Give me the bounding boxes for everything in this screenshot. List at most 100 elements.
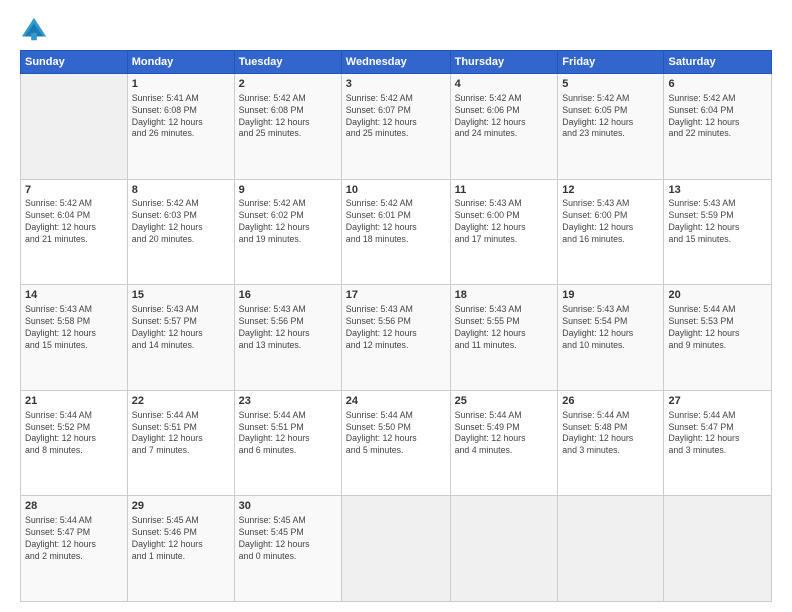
day-cell: 11Sunrise: 5:43 AM Sunset: 6:00 PM Dayli…	[450, 179, 558, 285]
day-cell	[450, 496, 558, 602]
calendar-body: 1Sunrise: 5:41 AM Sunset: 6:08 PM Daylig…	[21, 74, 772, 602]
day-cell: 26Sunrise: 5:44 AM Sunset: 5:48 PM Dayli…	[558, 390, 664, 496]
logo-icon	[20, 16, 48, 44]
day-info: Sunrise: 5:44 AM Sunset: 5:48 PM Dayligh…	[562, 410, 659, 458]
day-number: 15	[132, 288, 230, 303]
day-info: Sunrise: 5:44 AM Sunset: 5:47 PM Dayligh…	[668, 410, 767, 458]
day-info: Sunrise: 5:44 AM Sunset: 5:50 PM Dayligh…	[346, 410, 446, 458]
day-number: 26	[562, 394, 659, 409]
day-number: 2	[239, 77, 337, 92]
day-number: 4	[455, 77, 554, 92]
day-number: 10	[346, 183, 446, 198]
day-number: 21	[25, 394, 123, 409]
day-cell: 20Sunrise: 5:44 AM Sunset: 5:53 PM Dayli…	[664, 285, 772, 391]
logo	[20, 16, 52, 44]
day-cell	[21, 74, 128, 180]
day-cell: 9Sunrise: 5:42 AM Sunset: 6:02 PM Daylig…	[234, 179, 341, 285]
day-info: Sunrise: 5:43 AM Sunset: 5:55 PM Dayligh…	[455, 304, 554, 352]
day-info: Sunrise: 5:43 AM Sunset: 5:59 PM Dayligh…	[668, 198, 767, 246]
day-info: Sunrise: 5:43 AM Sunset: 5:57 PM Dayligh…	[132, 304, 230, 352]
day-info: Sunrise: 5:42 AM Sunset: 6:02 PM Dayligh…	[239, 198, 337, 246]
day-number: 16	[239, 288, 337, 303]
day-info: Sunrise: 5:44 AM Sunset: 5:51 PM Dayligh…	[239, 410, 337, 458]
day-info: Sunrise: 5:42 AM Sunset: 6:04 PM Dayligh…	[668, 93, 767, 141]
week-row-0: 1Sunrise: 5:41 AM Sunset: 6:08 PM Daylig…	[21, 74, 772, 180]
day-info: Sunrise: 5:44 AM Sunset: 5:52 PM Dayligh…	[25, 410, 123, 458]
day-number: 18	[455, 288, 554, 303]
day-info: Sunrise: 5:42 AM Sunset: 6:08 PM Dayligh…	[239, 93, 337, 141]
day-number: 24	[346, 394, 446, 409]
calendar-header: SundayMondayTuesdayWednesdayThursdayFrid…	[21, 51, 772, 74]
day-info: Sunrise: 5:44 AM Sunset: 5:49 PM Dayligh…	[455, 410, 554, 458]
day-number: 28	[25, 499, 123, 514]
day-cell: 24Sunrise: 5:44 AM Sunset: 5:50 PM Dayli…	[341, 390, 450, 496]
week-row-4: 28Sunrise: 5:44 AM Sunset: 5:47 PM Dayli…	[21, 496, 772, 602]
page: SundayMondayTuesdayWednesdayThursdayFrid…	[0, 0, 792, 612]
day-cell: 5Sunrise: 5:42 AM Sunset: 6:05 PM Daylig…	[558, 74, 664, 180]
calendar-table: SundayMondayTuesdayWednesdayThursdayFrid…	[20, 50, 772, 602]
day-number: 1	[132, 77, 230, 92]
day-cell: 2Sunrise: 5:42 AM Sunset: 6:08 PM Daylig…	[234, 74, 341, 180]
header-day-monday: Monday	[127, 51, 234, 74]
day-info: Sunrise: 5:43 AM Sunset: 5:54 PM Dayligh…	[562, 304, 659, 352]
day-cell: 29Sunrise: 5:45 AM Sunset: 5:46 PM Dayli…	[127, 496, 234, 602]
day-info: Sunrise: 5:43 AM Sunset: 6:00 PM Dayligh…	[455, 198, 554, 246]
header	[20, 16, 772, 44]
day-info: Sunrise: 5:45 AM Sunset: 5:46 PM Dayligh…	[132, 515, 230, 563]
day-info: Sunrise: 5:42 AM Sunset: 6:01 PM Dayligh…	[346, 198, 446, 246]
week-row-1: 7Sunrise: 5:42 AM Sunset: 6:04 PM Daylig…	[21, 179, 772, 285]
day-number: 17	[346, 288, 446, 303]
header-day-saturday: Saturday	[664, 51, 772, 74]
header-row: SundayMondayTuesdayWednesdayThursdayFrid…	[21, 51, 772, 74]
day-cell: 1Sunrise: 5:41 AM Sunset: 6:08 PM Daylig…	[127, 74, 234, 180]
day-number: 6	[668, 77, 767, 92]
header-day-wednesday: Wednesday	[341, 51, 450, 74]
day-number: 25	[455, 394, 554, 409]
day-cell	[558, 496, 664, 602]
day-cell: 27Sunrise: 5:44 AM Sunset: 5:47 PM Dayli…	[664, 390, 772, 496]
day-cell: 10Sunrise: 5:42 AM Sunset: 6:01 PM Dayli…	[341, 179, 450, 285]
day-info: Sunrise: 5:43 AM Sunset: 6:00 PM Dayligh…	[562, 198, 659, 246]
day-cell: 21Sunrise: 5:44 AM Sunset: 5:52 PM Dayli…	[21, 390, 128, 496]
day-cell: 16Sunrise: 5:43 AM Sunset: 5:56 PM Dayli…	[234, 285, 341, 391]
day-cell: 13Sunrise: 5:43 AM Sunset: 5:59 PM Dayli…	[664, 179, 772, 285]
day-number: 22	[132, 394, 230, 409]
day-cell	[341, 496, 450, 602]
day-cell: 25Sunrise: 5:44 AM Sunset: 5:49 PM Dayli…	[450, 390, 558, 496]
day-cell: 6Sunrise: 5:42 AM Sunset: 6:04 PM Daylig…	[664, 74, 772, 180]
day-number: 23	[239, 394, 337, 409]
day-number: 8	[132, 183, 230, 198]
day-cell: 7Sunrise: 5:42 AM Sunset: 6:04 PM Daylig…	[21, 179, 128, 285]
header-day-tuesday: Tuesday	[234, 51, 341, 74]
day-number: 29	[132, 499, 230, 514]
day-info: Sunrise: 5:43 AM Sunset: 5:58 PM Dayligh…	[25, 304, 123, 352]
day-number: 7	[25, 183, 123, 198]
header-day-thursday: Thursday	[450, 51, 558, 74]
day-number: 30	[239, 499, 337, 514]
day-info: Sunrise: 5:42 AM Sunset: 6:06 PM Dayligh…	[455, 93, 554, 141]
day-number: 27	[668, 394, 767, 409]
day-cell: 12Sunrise: 5:43 AM Sunset: 6:00 PM Dayli…	[558, 179, 664, 285]
day-info: Sunrise: 5:42 AM Sunset: 6:05 PM Dayligh…	[562, 93, 659, 141]
header-day-friday: Friday	[558, 51, 664, 74]
day-number: 5	[562, 77, 659, 92]
day-cell: 30Sunrise: 5:45 AM Sunset: 5:45 PM Dayli…	[234, 496, 341, 602]
day-number: 11	[455, 183, 554, 198]
day-cell	[664, 496, 772, 602]
day-number: 9	[239, 183, 337, 198]
day-cell: 8Sunrise: 5:42 AM Sunset: 6:03 PM Daylig…	[127, 179, 234, 285]
day-cell: 15Sunrise: 5:43 AM Sunset: 5:57 PM Dayli…	[127, 285, 234, 391]
day-info: Sunrise: 5:43 AM Sunset: 5:56 PM Dayligh…	[239, 304, 337, 352]
day-number: 3	[346, 77, 446, 92]
header-day-sunday: Sunday	[21, 51, 128, 74]
day-cell: 28Sunrise: 5:44 AM Sunset: 5:47 PM Dayli…	[21, 496, 128, 602]
day-info: Sunrise: 5:42 AM Sunset: 6:03 PM Dayligh…	[132, 198, 230, 246]
day-number: 19	[562, 288, 659, 303]
day-cell: 23Sunrise: 5:44 AM Sunset: 5:51 PM Dayli…	[234, 390, 341, 496]
week-row-2: 14Sunrise: 5:43 AM Sunset: 5:58 PM Dayli…	[21, 285, 772, 391]
day-info: Sunrise: 5:45 AM Sunset: 5:45 PM Dayligh…	[239, 515, 337, 563]
day-cell: 4Sunrise: 5:42 AM Sunset: 6:06 PM Daylig…	[450, 74, 558, 180]
day-cell: 3Sunrise: 5:42 AM Sunset: 6:07 PM Daylig…	[341, 74, 450, 180]
day-info: Sunrise: 5:44 AM Sunset: 5:47 PM Dayligh…	[25, 515, 123, 563]
day-info: Sunrise: 5:43 AM Sunset: 5:56 PM Dayligh…	[346, 304, 446, 352]
